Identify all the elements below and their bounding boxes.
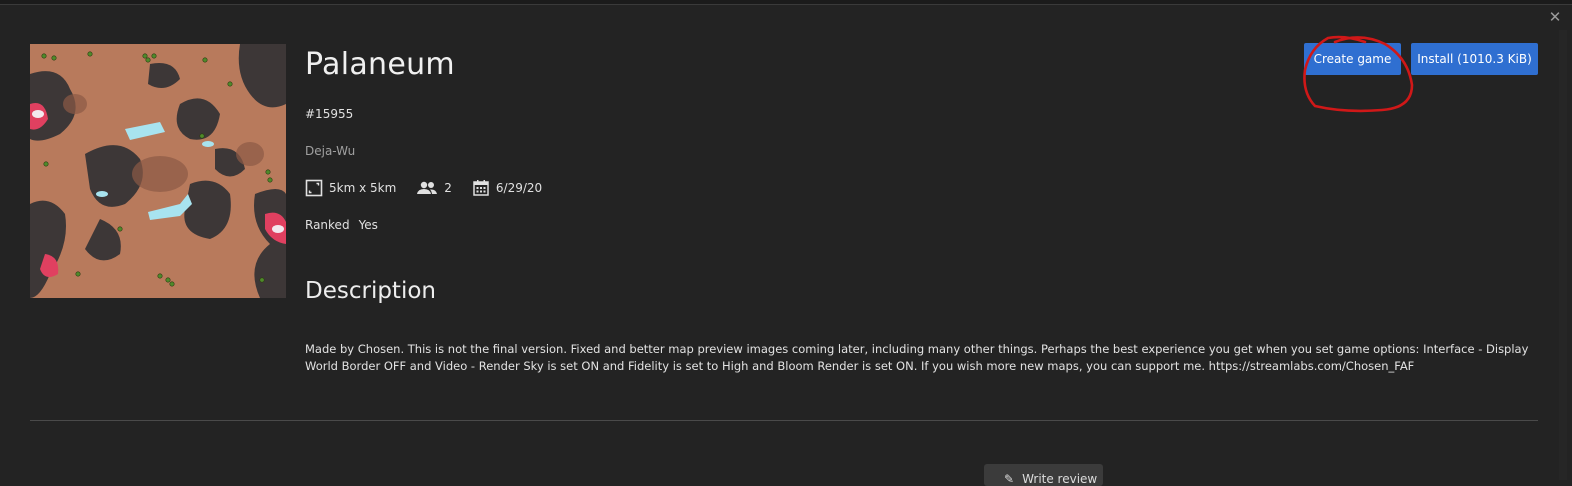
ranked-label: Ranked: [305, 218, 350, 232]
map-date: 6/29/20: [495, 181, 543, 195]
divider: [30, 420, 1538, 421]
map-meta-row: 5km x 5km 2 6/29/20: [305, 178, 562, 198]
player-count: 2: [444, 181, 452, 195]
map-id: #15955: [305, 107, 354, 121]
map-author: Deja-Wu: [305, 144, 356, 158]
install-button[interactable]: Install (1010.3 KiB): [1411, 43, 1538, 75]
description-heading: Description: [305, 278, 436, 304]
description-text: Made by Chosen. This is not the final ve…: [305, 342, 1529, 373]
ranked-row: Ranked Yes: [305, 218, 387, 232]
write-review-button[interactable]: ✎ Write review: [984, 464, 1103, 486]
calendar-icon: [472, 179, 490, 197]
map-size: 5km x 5km: [329, 181, 397, 195]
write-review-label: Write review: [1022, 472, 1098, 486]
ranked-value: Yes: [358, 218, 378, 232]
map-title: Palaneum: [305, 47, 455, 82]
map-size-icon: [305, 179, 323, 197]
create-game-button[interactable]: Create game: [1304, 43, 1401, 75]
map-preview-image: [30, 44, 286, 298]
pencil-icon: ✎: [1004, 472, 1015, 486]
window-top-bar: [0, 0, 1572, 5]
close-icon[interactable]: ✕: [1547, 9, 1563, 25]
players-icon: [416, 179, 438, 197]
scrollbar[interactable]: [1559, 30, 1567, 480]
